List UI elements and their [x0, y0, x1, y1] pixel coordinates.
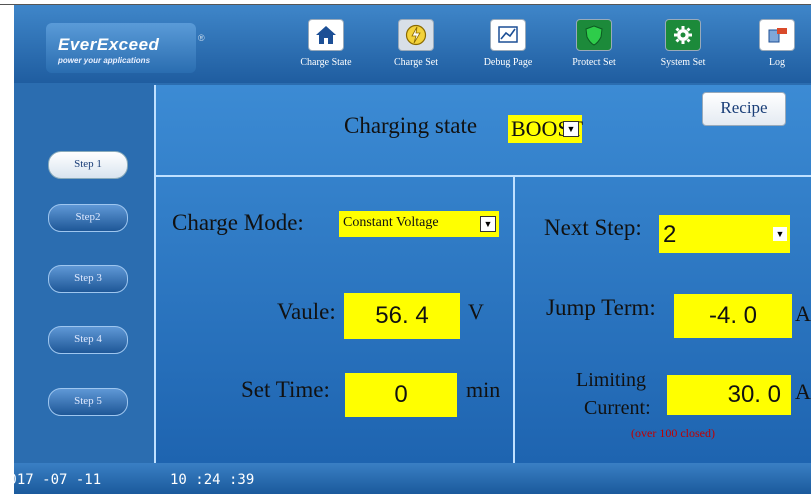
jump-term-label: Jump Term:	[546, 295, 656, 320]
nav-charge-state[interactable]: Charge State	[291, 19, 361, 81]
registered-mark: ®	[198, 33, 205, 43]
limiting-current-label-2: Current:	[584, 397, 651, 419]
nav-label: System Set	[660, 57, 706, 68]
charge-mode-value: Constant Voltage	[343, 215, 439, 230]
jump-term-input[interactable]: -4. 0	[674, 294, 792, 338]
next-step-label: Next Step:	[544, 215, 642, 240]
nav-protect-set[interactable]: Protect Set	[559, 19, 629, 81]
gear-icon	[665, 19, 701, 51]
next-step-value: 2	[663, 221, 677, 248]
nav-label: Log	[768, 57, 786, 68]
nav-debug-page[interactable]: Debug Page	[473, 19, 543, 81]
home-icon	[308, 19, 344, 51]
charging-state-label: Charging state	[344, 113, 478, 138]
set-time-label: Set Time:	[241, 377, 330, 402]
brand-name: EverExceed	[58, 35, 160, 54]
step-4-button[interactable]: Step 4	[48, 326, 128, 354]
step-3-button[interactable]: Step 3	[48, 265, 128, 293]
charge-mode-label: Charge Mode:	[172, 210, 304, 235]
lightning-icon	[398, 19, 434, 51]
step-2-button[interactable]: Step2	[48, 204, 128, 232]
jump-term-unit: A	[795, 301, 811, 326]
app-window: EverExceed ® power your applications Cha…	[14, 5, 811, 494]
logo: EverExceed ® power your applications	[46, 23, 205, 73]
step-sidebar: Step 1 Step2 Step 3 Step 4 Step 5	[14, 85, 154, 463]
value-label: Vaule:	[277, 299, 336, 324]
nav-system-set[interactable]: System Set	[648, 19, 718, 81]
status-date: 2017 -07 -11	[14, 472, 102, 488]
next-step-select[interactable]: 2 ▼	[659, 215, 790, 253]
log-icon	[759, 19, 795, 51]
limiting-current-input[interactable]: 30. 0	[667, 375, 791, 415]
chevron-down-icon: ▼	[480, 216, 496, 232]
nav-charge-set[interactable]: Charge Set	[381, 19, 451, 81]
nav-label: Debug Page	[483, 57, 533, 68]
charge-mode-select[interactable]: Constant Voltage ▼	[339, 211, 499, 237]
divider	[154, 175, 811, 177]
status-time: 10 :24 :39	[170, 472, 255, 488]
charge-set-panel: Charging state BOOST ▼ Recipe Charge Mod…	[154, 85, 811, 463]
recipe-button[interactable]: Recipe	[702, 92, 786, 126]
limiting-current-note: (over 100 closed)	[631, 426, 715, 440]
value-unit: V	[468, 299, 484, 324]
brand-tagline: power your applications	[58, 56, 151, 65]
header-bar: EverExceed ® power your applications Cha…	[14, 5, 811, 83]
divider	[154, 85, 156, 463]
chevron-down-icon: ▼	[563, 121, 579, 137]
divider	[513, 177, 515, 463]
set-time-input[interactable]: 0	[345, 373, 457, 417]
set-time-unit: min	[466, 377, 501, 402]
status-bar: 2017 -07 -11 10 :24 :39	[14, 463, 811, 494]
nav-label: Charge Set	[394, 57, 438, 68]
nav-log[interactable]: Log	[742, 19, 811, 81]
limiting-current-label: Limiting	[576, 369, 646, 391]
chevron-down-icon: ▼	[773, 227, 787, 241]
nav-label: Charge State	[300, 57, 352, 68]
shield-icon	[576, 19, 612, 51]
step-1-button[interactable]: Step 1	[48, 151, 128, 179]
nav-label: Protect Set	[572, 57, 616, 68]
limiting-current-unit: A	[795, 379, 811, 404]
step-5-button[interactable]: Step 5	[48, 388, 128, 416]
charging-state-select[interactable]: BOOST ▼	[508, 115, 583, 143]
value-input[interactable]: 56. 4	[344, 293, 460, 339]
chart-icon	[490, 19, 526, 51]
